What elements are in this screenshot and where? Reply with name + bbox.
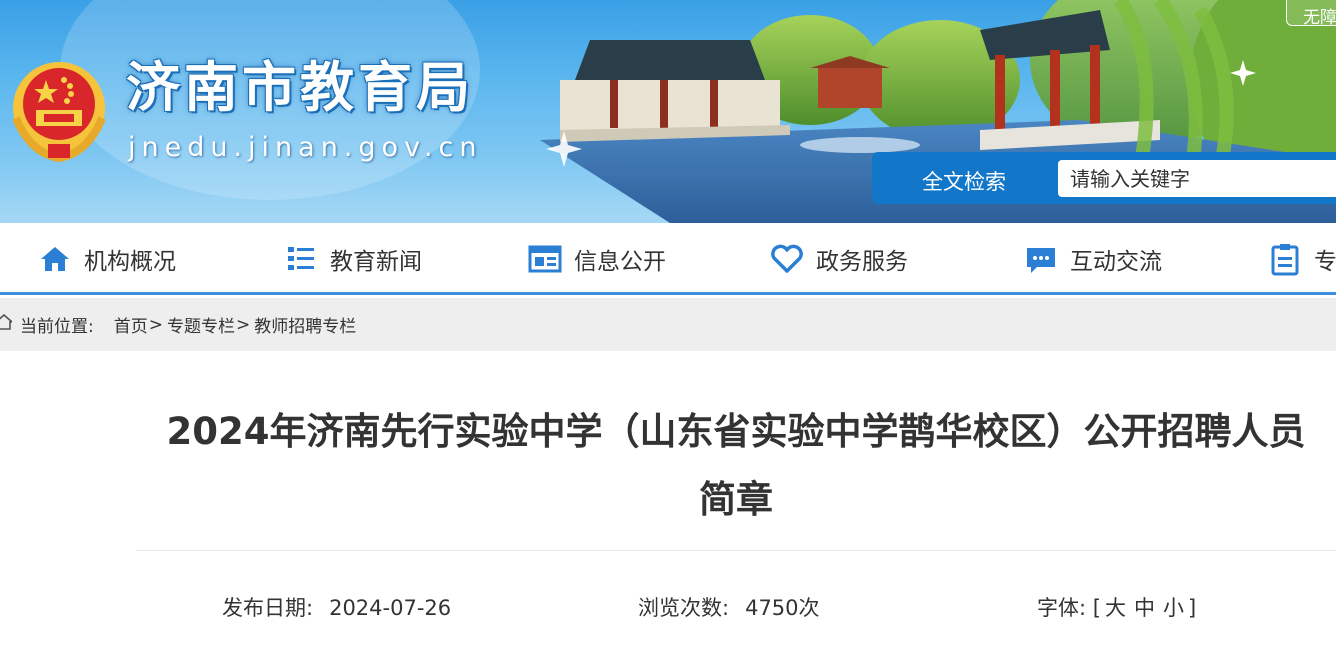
fulltext-search-button[interactable]: 全文检索 bbox=[922, 166, 1006, 196]
nav-item-about[interactable]: 机构概况 bbox=[38, 223, 176, 295]
location-home-icon bbox=[0, 313, 15, 336]
nav-label: 教育新闻 bbox=[330, 249, 422, 275]
publish-date-value: 2024-07-26 bbox=[329, 596, 452, 620]
publish-date: 发布日期: 2024-07-26 bbox=[222, 592, 451, 622]
nav-item-gov-services[interactable]: 政务服务 bbox=[770, 223, 908, 295]
article-title-line2: 简章 bbox=[699, 478, 773, 521]
breadcrumb-topics-link[interactable]: 专题专栏 bbox=[167, 312, 235, 337]
breadcrumb: 当前位置: 首页 > 专题专栏 > 教师招聘专栏 bbox=[0, 298, 1336, 351]
bracket-close: ] bbox=[1187, 596, 1197, 620]
list-icon bbox=[284, 242, 318, 276]
font-size-medium-link[interactable]: 中 bbox=[1134, 596, 1155, 620]
view-count-label: 浏览次数: bbox=[638, 596, 730, 620]
font-size-switcher: 字体: [大中小] bbox=[1037, 592, 1196, 622]
nav-item-special-topics[interactable]: 专 bbox=[1268, 223, 1336, 295]
font-size-large-link[interactable]: 大 bbox=[1105, 596, 1126, 620]
search-bar: 全文检索 bbox=[872, 152, 1336, 204]
breadcrumb-teacher-recruitment-link[interactable]: 教师招聘专栏 bbox=[254, 312, 356, 337]
font-size-label: 字体: bbox=[1037, 596, 1087, 620]
home-icon bbox=[38, 242, 72, 276]
nav-label: 机构概况 bbox=[84, 249, 176, 275]
chat-icon bbox=[1024, 242, 1058, 276]
main-nav: 机构概况 教育新闻 信息公开 政务服务 互动交流 专 bbox=[0, 223, 1336, 295]
nav-label: 专 bbox=[1314, 249, 1336, 275]
bracket-open: [ bbox=[1092, 596, 1101, 620]
breadcrumb-separator: > bbox=[235, 314, 251, 335]
breadcrumb-label: 当前位置: bbox=[20, 317, 94, 337]
clipboard-icon bbox=[1268, 242, 1302, 276]
search-input[interactable] bbox=[1058, 160, 1336, 197]
accessibility-button[interactable]: 无障 bbox=[1286, 0, 1336, 26]
article-title-line1: 2024年济南先行实验中学（山东省实验中学鹊华校区）公开招聘人员 bbox=[166, 410, 1306, 453]
breadcrumb-separator: > bbox=[148, 314, 163, 335]
title-divider bbox=[136, 550, 1336, 551]
nav-item-info-disclosure[interactable]: 信息公开 bbox=[528, 223, 666, 295]
national-emblem-icon bbox=[12, 62, 106, 162]
breadcrumb-home-link[interactable]: 首页 bbox=[114, 312, 148, 337]
publish-date-label: 发布日期: bbox=[222, 596, 314, 620]
article-title: 2024年济南先行实验中学（山东省实验中学鹊华校区）公开招聘人员 简章 bbox=[136, 398, 1336, 534]
heart-icon bbox=[770, 242, 804, 276]
header-banner: 济南市教育局 jnedu.jinan.gov.cn 无障 全文检索 bbox=[0, 0, 1336, 223]
site-title: 济南市教育局 bbox=[126, 55, 474, 119]
nav-item-interaction[interactable]: 互动交流 bbox=[1024, 223, 1162, 295]
nav-label: 政务服务 bbox=[816, 249, 908, 275]
site-domain: jnedu.jinan.gov.cn bbox=[128, 132, 483, 163]
font-size-small-link[interactable]: 小 bbox=[1163, 596, 1184, 620]
view-count: 浏览次数: 4750次 bbox=[638, 592, 820, 622]
newspaper-icon bbox=[528, 242, 562, 276]
nav-label: 信息公开 bbox=[574, 249, 666, 275]
nav-item-news[interactable]: 教育新闻 bbox=[284, 223, 422, 295]
view-count-value: 4750次 bbox=[745, 596, 820, 620]
nav-label: 互动交流 bbox=[1070, 249, 1162, 275]
